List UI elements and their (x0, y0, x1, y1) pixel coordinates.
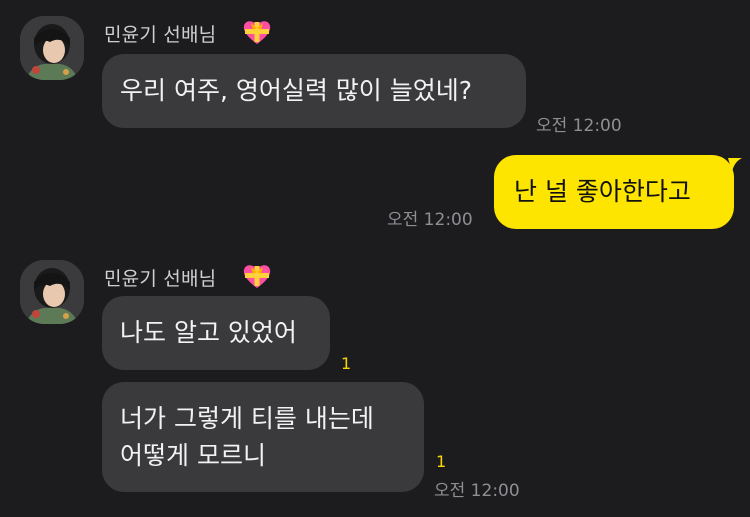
message-time: 오전 12:00 (434, 481, 520, 501)
unread-count: 1 (341, 354, 352, 373)
unread-count: 1 (436, 452, 447, 471)
sender-avatar[interactable] (20, 16, 84, 80)
message-bubble[interactable]: 나도 알고 있었어 (102, 296, 330, 370)
sender-name: 민윤기 선배님 (104, 268, 217, 290)
sender-avatar[interactable] (20, 260, 84, 324)
heart-ribbon-icon (242, 262, 272, 294)
message-time: 오전 12:00 (536, 116, 622, 136)
message-time: 오전 12:00 (387, 210, 473, 230)
message-bubble[interactable]: 우리 여주, 영어실력 많이 늘었네? (102, 54, 526, 128)
message-bubble[interactable]: 너가 그렇게 티를 내는데 어떻게 모르니 (102, 382, 424, 492)
bubble-tail (728, 158, 742, 172)
sender-name: 민윤기 선배님 (104, 24, 217, 46)
outgoing-message-bubble[interactable]: 난 널 좋아한다고 (494, 155, 734, 229)
heart-ribbon-icon (242, 18, 272, 50)
